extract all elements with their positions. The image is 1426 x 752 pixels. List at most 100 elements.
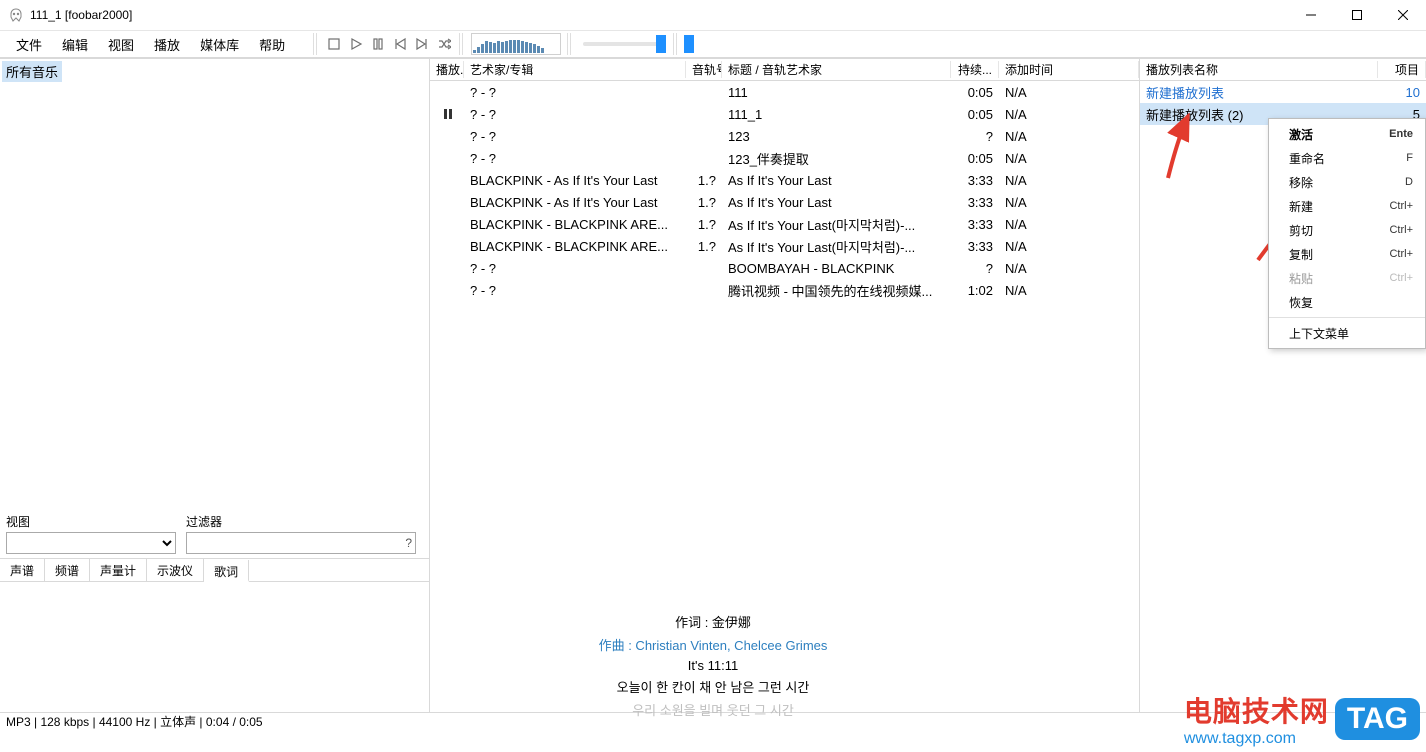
view-select[interactable] — [6, 532, 176, 554]
random-button[interactable] — [433, 33, 455, 55]
cell-title: As If It's Your Last(마지막처럼)-... — [722, 215, 951, 234]
col-playlist-name[interactable]: 播放列表名称 — [1140, 61, 1378, 78]
toolbar-grip[interactable] — [567, 33, 573, 55]
prev-button[interactable] — [389, 33, 411, 55]
titlebar: 111_1 [foobar2000] — [0, 0, 1426, 30]
ctx-上下文菜单[interactable]: 上下文菜单 — [1269, 321, 1425, 345]
track-row[interactable]: ? - ?1110:05N/A — [430, 81, 1139, 103]
statusbar: MP3 | 128 kbps | 44100 Hz | 立体声 | 0:04 /… — [0, 712, 1426, 730]
playlist-context-menu: 激活Ente重命名F移除D新建Ctrl+剪切Ctrl+复制Ctrl+粘贴Ctrl… — [1268, 118, 1426, 349]
ctx-复制[interactable]: 复制Ctrl+ — [1269, 242, 1425, 266]
maximize-button[interactable] — [1334, 0, 1380, 30]
menu-5[interactable]: 帮助 — [249, 31, 295, 58]
playlist-count: 10 — [1378, 85, 1426, 100]
cell-added: N/A — [999, 261, 1139, 276]
toolbar-grip[interactable] — [313, 33, 319, 55]
cell-trackno: 1.? — [686, 195, 722, 210]
library-panel: 所有音乐 视图 过滤器 ? 声谱频谱声量计示波仪歌词 — [0, 59, 430, 712]
playlist-headers: 播放列表名称 项目 — [1140, 59, 1426, 81]
close-button[interactable] — [1380, 0, 1426, 30]
cell-artist: ? - ? — [464, 261, 686, 276]
cell-duration: 3:33 — [951, 195, 999, 210]
col-playing[interactable]: 播放... — [430, 61, 464, 78]
watermark-text-url: www.tagxp.com — [1184, 730, 1329, 748]
ctx-移除[interactable]: 移除D — [1269, 170, 1425, 194]
playlist-row[interactable]: 新建播放列表10 — [1140, 81, 1426, 103]
tab-声谱[interactable]: 声谱 — [0, 559, 45, 581]
cell-added: N/A — [999, 195, 1139, 210]
menu-0[interactable]: 文件 — [6, 31, 52, 58]
cell-duration: 0:05 — [951, 85, 999, 100]
cell-artist: BLACKPINK - BLACKPINK ARE... — [464, 217, 686, 232]
tab-示波仪[interactable]: 示波仪 — [147, 559, 204, 581]
filter-label: 过滤器 — [186, 513, 416, 530]
track-row[interactable]: BLACKPINK - As If It's Your Last1.?As If… — [430, 191, 1139, 213]
menu-3[interactable]: 播放 — [144, 31, 190, 58]
cell-title: 123_伴奏提取 — [722, 149, 951, 168]
cell-artist: ? - ? — [464, 283, 686, 298]
cell-added: N/A — [999, 173, 1139, 188]
cell-artist: ? - ? — [464, 129, 686, 144]
cell-added: N/A — [999, 239, 1139, 254]
filter-help-icon[interactable]: ? — [405, 536, 412, 550]
cell-trackno: 1.? — [686, 173, 722, 188]
menu-4[interactable]: 媒体库 — [190, 31, 249, 58]
filter-input[interactable] — [186, 532, 416, 554]
track-row[interactable]: BLACKPINK - BLACKPINK ARE...1.?As If It'… — [430, 235, 1139, 257]
tab-频谱[interactable]: 频谱 — [45, 559, 90, 581]
volume-slider[interactable] — [583, 33, 663, 55]
track-row[interactable]: ? - ? BOOMBAYAH - BLACKPINK?N/A — [430, 257, 1139, 279]
bottom-tabs: 声谱频谱声量计示波仪歌词 — [0, 558, 429, 582]
track-row[interactable]: ? - ?123_伴奏提取0:05N/A — [430, 147, 1139, 169]
col-playlist-count[interactable]: 项目 — [1378, 61, 1426, 78]
library-root-all-music[interactable]: 所有音乐 — [2, 61, 62, 82]
ctx-激活[interactable]: 激活Ente — [1269, 122, 1425, 146]
transport-toolbar — [305, 30, 695, 58]
menu-2[interactable]: 视图 — [98, 31, 144, 58]
cell-duration: 1:02 — [951, 283, 999, 298]
menu-1[interactable]: 编辑 — [52, 31, 98, 58]
track-row[interactable]: ? - ?111_10:05N/A — [430, 103, 1139, 125]
view-label: 视图 — [6, 513, 176, 530]
visualizer[interactable] — [471, 33, 561, 55]
toolbar-grip[interactable] — [459, 33, 465, 55]
cell-artist: BLACKPINK - BLACKPINK ARE... — [464, 239, 686, 254]
cell-artist: ? - ? — [464, 151, 686, 166]
cell-artist: BLACKPINK - As If It's Your Last — [464, 173, 686, 188]
cell-added: N/A — [999, 283, 1139, 298]
stop-button[interactable] — [323, 33, 345, 55]
cell-added: N/A — [999, 85, 1139, 100]
pause-button[interactable] — [367, 33, 389, 55]
col-duration[interactable]: 持续... — [951, 61, 999, 78]
tab-歌词[interactable]: 歌词 — [204, 560, 249, 582]
track-row[interactable]: ? - ?腾讯视频 - 中国领先的在线视频媒...1:02N/A — [430, 279, 1139, 301]
col-title[interactable]: 标题 / 音轨艺术家 — [722, 61, 951, 78]
col-artist[interactable]: 艺术家/专辑 — [464, 61, 686, 78]
next-button[interactable] — [411, 33, 433, 55]
track-row[interactable]: ? - ?123?N/A — [430, 125, 1139, 147]
tab-声量计[interactable]: 声量计 — [90, 559, 147, 581]
cell-duration: ? — [951, 261, 999, 276]
cell-title: As If It's Your Last — [722, 195, 951, 210]
col-added[interactable]: 添加时间 — [999, 61, 1139, 78]
ctx-恢复[interactable]: 恢复 — [1269, 290, 1425, 314]
track-row[interactable]: BLACKPINK - As If It's Your Last1.?As If… — [430, 169, 1139, 191]
tracklist-panel: 播放... 艺术家/专辑 音轨号 标题 / 音轨艺术家 持续... 添加时间 ?… — [430, 59, 1140, 712]
cell-title: BOOMBAYAH - BLACKPINK — [722, 261, 951, 276]
cell-added: N/A — [999, 129, 1139, 144]
cell-artist: ? - ? — [464, 107, 686, 122]
col-trackno[interactable]: 音轨号 — [686, 61, 722, 78]
minimize-button[interactable] — [1288, 0, 1334, 30]
cell-title: 111_1 — [722, 107, 951, 122]
cell-artist: BLACKPINK - As If It's Your Last — [464, 195, 686, 210]
toolbar-grip[interactable] — [673, 33, 679, 55]
track-row[interactable]: BLACKPINK - BLACKPINK ARE...1.?As If It'… — [430, 213, 1139, 235]
cell-title: As If It's Your Last(마지막처럼)-... — [722, 237, 951, 256]
menubar: 文件编辑视图播放媒体库帮助 — [0, 30, 1426, 58]
ctx-重命名[interactable]: 重命名F — [1269, 146, 1425, 170]
app-icon — [8, 7, 24, 23]
play-button[interactable] — [345, 33, 367, 55]
ctx-新建[interactable]: 新建Ctrl+ — [1269, 194, 1425, 218]
cell-title: 111 — [722, 85, 951, 100]
ctx-剪切[interactable]: 剪切Ctrl+ — [1269, 218, 1425, 242]
